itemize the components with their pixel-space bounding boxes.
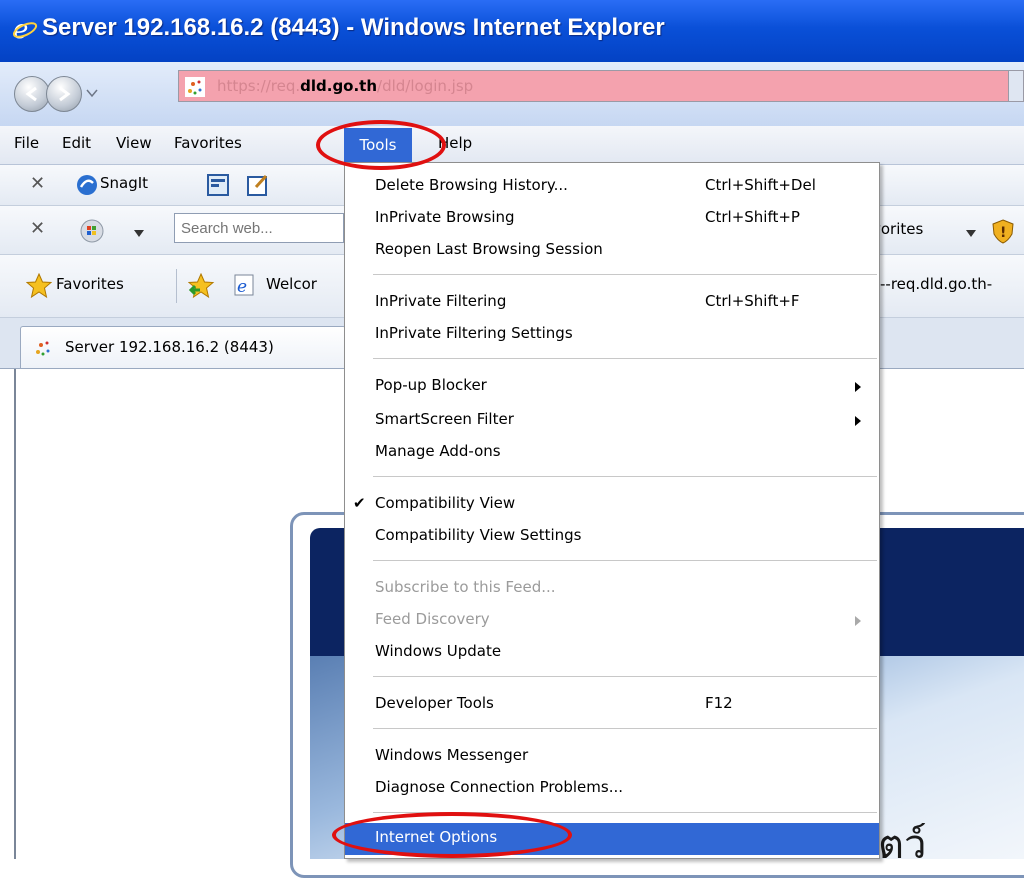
- address-bar[interactable]: https://req.dld.go.th/dld/login.jsp: [178, 70, 1024, 102]
- menu-item-inprivate-browsing[interactable]: InPrivate Browsing Ctrl+Shift+P: [345, 203, 879, 235]
- menu-item-shortcut: Ctrl+Shift+P: [705, 208, 800, 226]
- internet-explorer-icon: e: [12, 16, 38, 42]
- menu-item-label: Windows Update: [375, 642, 502, 660]
- menu-item-manage-add-ons[interactable]: Manage Add-ons: [345, 437, 879, 469]
- menu-separator: [373, 476, 877, 477]
- menu-item-label: Developer Tools: [375, 694, 494, 712]
- web-slice-page-icon[interactable]: e: [232, 273, 256, 297]
- svg-text:!: !: [1000, 225, 1006, 241]
- svg-text:e: e: [237, 277, 247, 297]
- search-input[interactable]: [174, 213, 344, 243]
- close-toolbar-icon[interactable]: ✕: [30, 173, 45, 194]
- menu-separator: [373, 274, 877, 275]
- menu-item-diagnose-connection[interactable]: Diagnose Connection Problems...: [345, 773, 879, 805]
- url-prefix: https://req.: [217, 77, 301, 95]
- menu-view[interactable]: View: [116, 134, 152, 152]
- submenu-arrow-icon: [855, 382, 861, 392]
- menu-item-delete-browsing-history[interactable]: Delete Browsing History... Ctrl+Shift+De…: [345, 171, 879, 203]
- title-bar: e Server 192.168.16.2 (8443) - Windows I…: [0, 0, 1024, 62]
- menu-item-shortcut: Ctrl+Shift+Del: [705, 176, 816, 194]
- chevron-down-icon[interactable]: [134, 230, 144, 238]
- page-heading-fragment: ตว์: [878, 822, 927, 868]
- menu-bar: File Edit View Favorites Help: [0, 126, 1024, 165]
- menu-item-label: Compatibility View Settings: [375, 526, 582, 544]
- favorites-button[interactable]: Favorites: [56, 275, 124, 293]
- menu-item-label: Compatibility View: [375, 494, 516, 512]
- address-dropdown-button[interactable]: [1008, 71, 1023, 101]
- menu-item-feed-discovery: Feed Discovery: [345, 605, 879, 637]
- menu-item-windows-messenger[interactable]: Windows Messenger: [345, 741, 879, 773]
- favorites-link-site[interactable]: --req.dld.go.th-: [880, 275, 992, 293]
- svg-text:e: e: [13, 16, 28, 42]
- snagit-button[interactable]: SnagIt: [100, 174, 148, 192]
- menu-separator: [373, 560, 877, 561]
- security-shield-icon[interactable]: !: [990, 218, 1016, 244]
- loading-site-icon: [36, 341, 50, 356]
- menu-item-smartscreen-filter[interactable]: SmartScreen Filter: [345, 405, 879, 437]
- menu-item-label: InPrivate Filtering Settings: [375, 324, 573, 342]
- menu-file[interactable]: File: [14, 134, 39, 152]
- menu-separator: [373, 358, 877, 359]
- toolbar-divider: [176, 269, 177, 303]
- windows-logo-icon[interactable]: [80, 219, 104, 243]
- menu-item-subscribe-feed: Subscribe to this Feed...: [345, 573, 879, 605]
- menu-item-compatibility-view-settings[interactable]: Compatibility View Settings: [345, 521, 879, 553]
- menu-item-label: Diagnose Connection Problems...: [375, 778, 624, 796]
- tools-dropdown-menu: Delete Browsing History... Ctrl+Shift+De…: [344, 162, 880, 859]
- menu-item-label: Feed Discovery: [375, 610, 490, 628]
- chevron-down-icon[interactable]: [966, 230, 976, 238]
- menu-item-compatibility-view[interactable]: ✔ Compatibility View: [345, 489, 879, 521]
- loading-site-icon: [185, 77, 205, 97]
- url-domain: dld.go.th: [300, 77, 378, 95]
- window-title: Server 192.168.16.2 (8443) - Windows Int…: [42, 14, 665, 41]
- recent-pages-dropdown-icon[interactable]: [86, 88, 98, 98]
- menu-item-inprivate-filtering[interactable]: InPrivate Filtering Ctrl+Shift+F: [345, 287, 879, 319]
- tab-label: Server 192.168.16.2 (8443): [65, 338, 274, 356]
- capture-window-icon[interactable]: [206, 173, 230, 197]
- annotation-circle-tools: [316, 120, 446, 170]
- add-favorites-icon[interactable]: [188, 273, 216, 299]
- menu-item-label: Pop-up Blocker: [375, 376, 487, 394]
- submenu-arrow-icon: [855, 416, 861, 426]
- menu-item-reopen-last-session[interactable]: Reopen Last Browsing Session: [345, 235, 879, 267]
- menu-separator: [373, 728, 877, 729]
- forward-arrow-icon: [59, 86, 71, 102]
- back-arrow-icon: [25, 86, 37, 102]
- menu-item-windows-update[interactable]: Windows Update: [345, 637, 879, 669]
- menu-item-inprivate-filtering-settings[interactable]: InPrivate Filtering Settings: [345, 319, 879, 351]
- menu-item-label: InPrivate Filtering: [375, 292, 507, 310]
- back-button[interactable]: [14, 76, 50, 112]
- menu-separator: [373, 676, 877, 677]
- checkmark-icon: ✔: [353, 494, 366, 512]
- tab-server[interactable]: Server 192.168.16.2 (8443): [20, 326, 346, 368]
- url-path: /dld/login.jsp: [377, 77, 474, 95]
- capture-edit-icon[interactable]: [246, 173, 270, 197]
- menu-item-label: Reopen Last Browsing Session: [375, 240, 603, 258]
- menu-item-developer-tools[interactable]: Developer Tools F12: [345, 689, 879, 721]
- menu-edit[interactable]: Edit: [62, 134, 91, 152]
- close-toolbar-icon[interactable]: ✕: [30, 218, 45, 239]
- menu-item-label: Manage Add-ons: [375, 442, 501, 460]
- favorites-star-icon: [26, 273, 52, 299]
- menu-item-label: SmartScreen Filter: [375, 410, 514, 428]
- forward-button[interactable]: [46, 76, 82, 112]
- menu-item-shortcut: Ctrl+Shift+F: [705, 292, 800, 310]
- submenu-arrow-icon: [855, 616, 861, 626]
- menu-item-popup-blocker[interactable]: Pop-up Blocker: [345, 371, 879, 403]
- favorites-link-welcome[interactable]: Welcor: [266, 275, 317, 293]
- menu-item-label: Windows Messenger: [375, 746, 529, 764]
- menu-item-label: Delete Browsing History...: [375, 176, 568, 194]
- address-url[interactable]: https://req.dld.go.th/dld/login.jsp: [217, 77, 473, 95]
- menu-item-shortcut: F12: [705, 694, 733, 712]
- menu-item-label: Subscribe to this Feed...: [375, 578, 556, 596]
- snagit-icon: [77, 175, 97, 195]
- annotation-circle-internet-options: [332, 812, 572, 858]
- menu-favorites[interactable]: Favorites: [174, 134, 320, 152]
- menu-item-label: InPrivate Browsing: [375, 208, 515, 226]
